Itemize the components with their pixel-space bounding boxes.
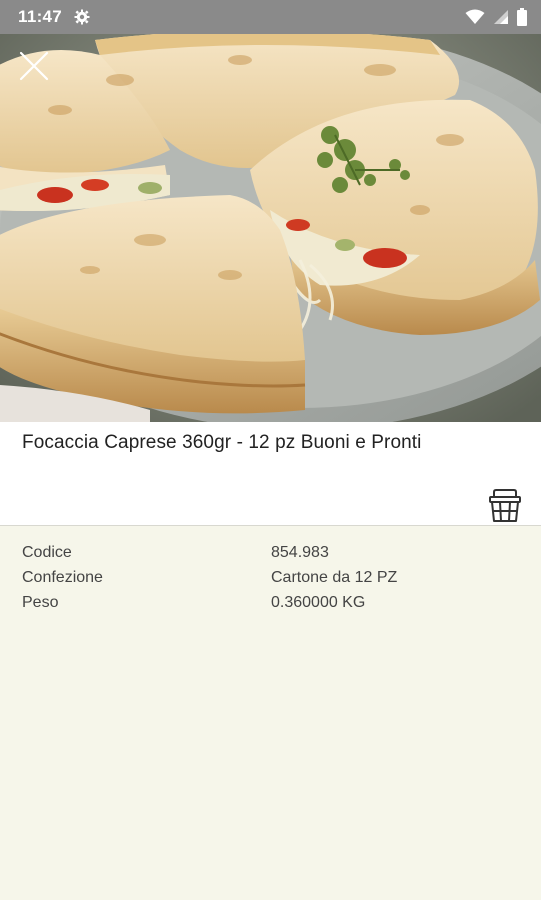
status-bar: 11:47: [0, 0, 541, 34]
detail-label: Confezione: [22, 568, 103, 586]
detail-row-codice: Codice 854.983: [22, 540, 522, 565]
gear-icon: [74, 9, 90, 25]
battery-icon: [517, 8, 527, 26]
close-icon: [19, 51, 49, 81]
product-title: Focaccia Caprese 360gr - 12 pz Buoni e P…: [22, 432, 422, 453]
detail-row-peso: Peso 0.360000 KG: [22, 590, 522, 615]
detail-value: 0.360000 KG: [271, 593, 366, 611]
product-image: [0, 0, 541, 422]
detail-label: Codice: [22, 543, 72, 561]
add-to-basket-button[interactable]: [487, 488, 523, 524]
close-button[interactable]: [16, 48, 52, 84]
product-details: Codice 854.983 Confezione Cartone da 12 …: [22, 540, 522, 615]
basket-icon: [489, 489, 521, 522]
status-time: 11:47: [18, 7, 63, 26]
detail-value: Cartone da 12 PZ: [271, 568, 398, 586]
detail-label: Peso: [22, 593, 59, 611]
product-header: Focaccia Caprese 360gr - 12 pz Buoni e P…: [0, 422, 541, 526]
signal-icon: [494, 10, 508, 24]
detail-value: 854.983: [271, 543, 329, 561]
wifi-icon: [465, 9, 485, 24]
detail-row-confezione: Confezione Cartone da 12 PZ: [22, 565, 522, 590]
